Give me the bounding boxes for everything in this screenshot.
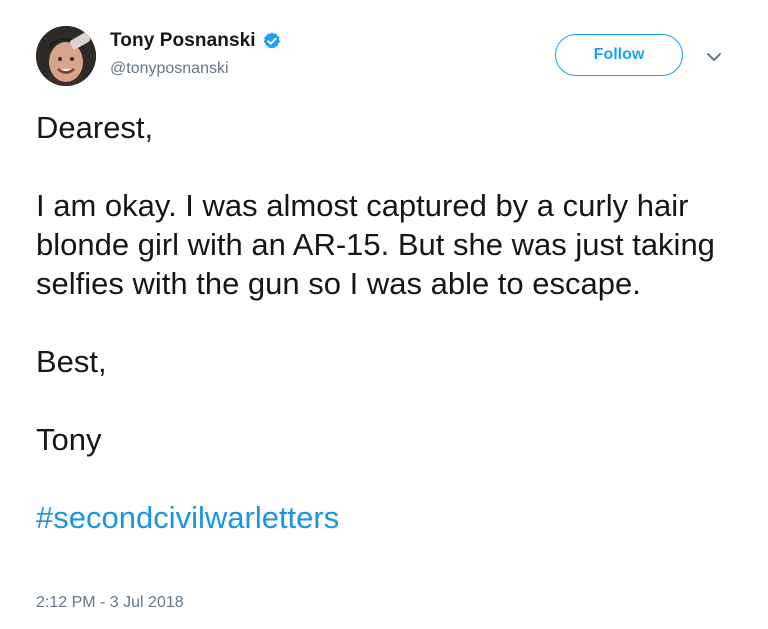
tweet-card: Tony Posnanski @tonyposnanski Follow Dea… <box>0 0 768 629</box>
author-display-name[interactable]: Tony Posnanski <box>110 30 256 52</box>
verified-badge-icon <box>262 31 282 51</box>
chevron-down-icon[interactable] <box>706 50 722 62</box>
author-handle[interactable]: @tonyposnanski <box>110 60 229 78</box>
hashtag-link[interactable]: #secondcivilwarletters <box>36 500 339 535</box>
avatar[interactable] <box>36 26 96 86</box>
tweet-paragraph-closing: Best, <box>36 344 107 379</box>
tweet-paragraph-signature: Tony <box>36 422 102 457</box>
profile-photo-icon <box>36 26 96 86</box>
tweet-timestamp[interactable]: 2:12 PM - 3 Jul 2018 <box>36 594 184 612</box>
tweet-text: Dearest, I am okay. I was almost capture… <box>36 108 736 537</box>
follow-button[interactable]: Follow <box>555 34 683 76</box>
author-name-row: Tony Posnanski <box>110 30 282 52</box>
tweet-paragraph-body: I am okay. I was almost captured by a cu… <box>36 188 715 301</box>
tweet-paragraph-greeting: Dearest, <box>36 110 154 145</box>
